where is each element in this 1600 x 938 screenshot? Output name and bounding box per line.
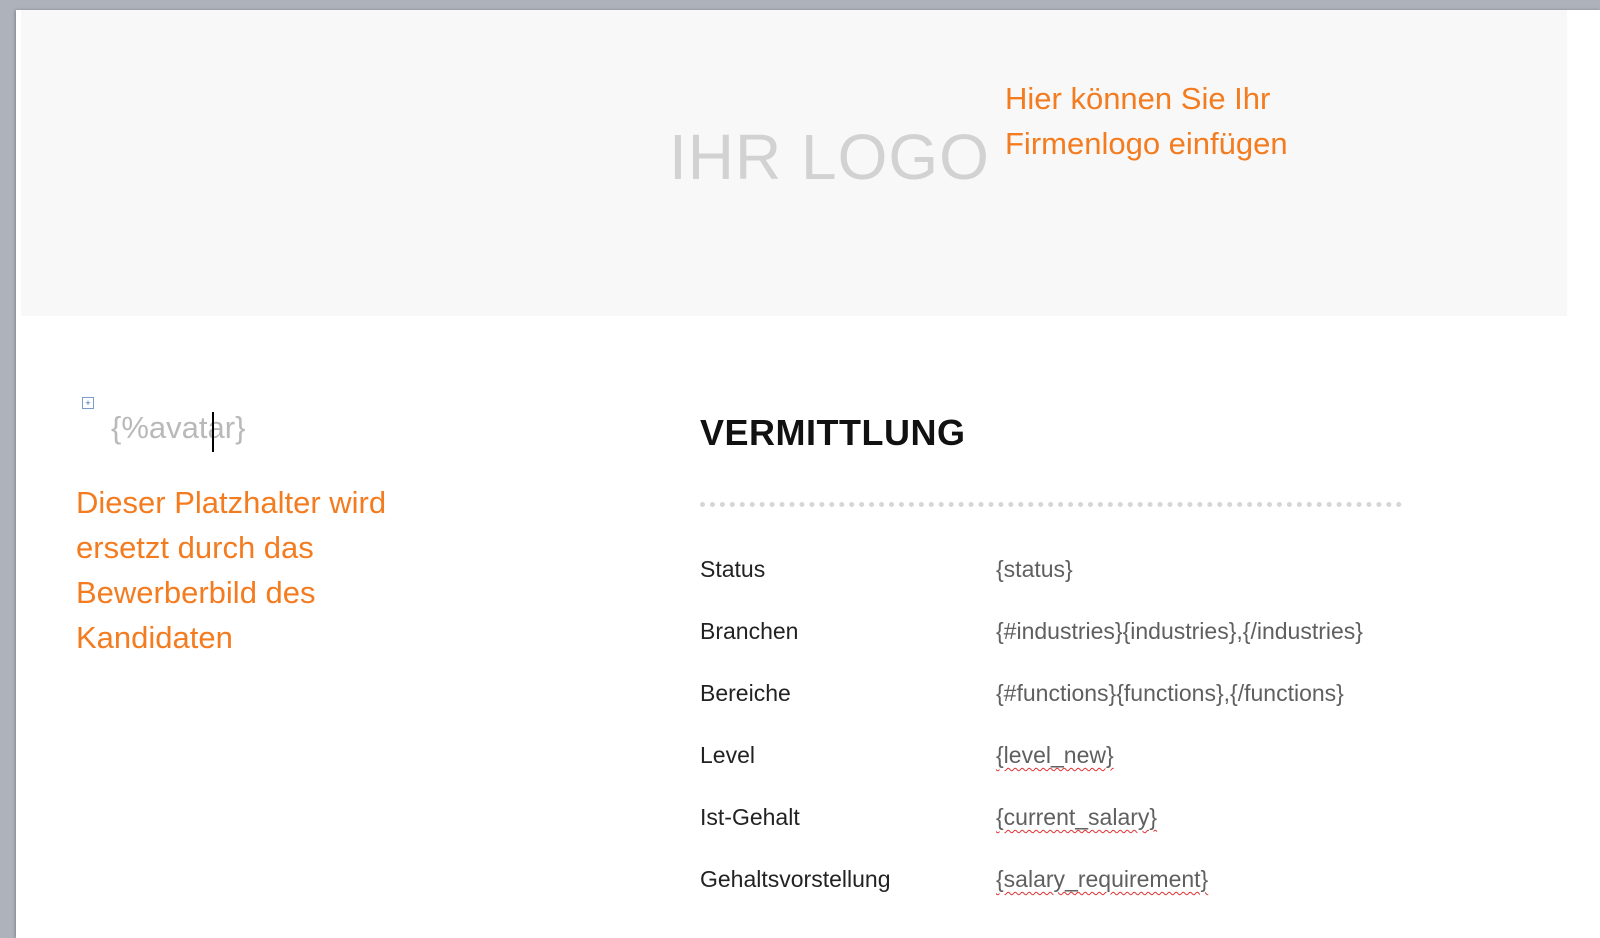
field-row-ist-gehalt: Ist-Gehalt {current_salary} xyxy=(700,804,1560,866)
avatar-instruction-note: Dieser Platzhalter wird ersetzt durch da… xyxy=(76,480,386,660)
header-logo-area[interactable]: IHR LOGO Hier können Sie Ihr Firmenlogo … xyxy=(21,10,1567,316)
field-label: Status xyxy=(700,556,766,582)
dotted-divider xyxy=(700,502,1402,507)
field-list: Status {status} Branchen {#industries}{i… xyxy=(700,556,1560,928)
section-title: VERMITTLUNG xyxy=(700,412,966,453)
avatar-note-line: Bewerberbild des xyxy=(76,575,316,610)
text-cursor xyxy=(212,412,214,452)
table-move-handle-icon[interactable]: + xyxy=(82,397,94,409)
logo-note-line: Hier können Sie Ihr xyxy=(1005,81,1271,116)
logo-note-line: Firmenlogo einfügen xyxy=(1005,126,1288,161)
field-value[interactable]: {level_new} xyxy=(996,742,1114,769)
field-label: Gehaltsvorstellung xyxy=(700,866,891,892)
field-label: Bereiche xyxy=(700,680,791,706)
logo-instruction-note: Hier können Sie Ihr Firmenlogo einfügen xyxy=(1005,76,1288,166)
avatar-placeholder[interactable]: {%avatar} xyxy=(111,410,245,446)
field-label: Ist-Gehalt xyxy=(700,804,800,830)
field-value[interactable]: {salary_requirement} xyxy=(996,866,1208,893)
field-value[interactable]: {#functions}{functions},{/functions} xyxy=(996,680,1344,707)
logo-placeholder: IHR LOGO xyxy=(669,121,990,193)
field-row-status: Status {status} xyxy=(700,556,1560,618)
avatar-note-line: Dieser Platzhalter wird xyxy=(76,485,387,520)
avatar-placeholder-text: {%avat xyxy=(111,410,208,445)
field-row-branchen: Branchen {#industries}{industries},{/ind… xyxy=(700,618,1560,680)
field-value[interactable]: {status} xyxy=(996,556,1073,583)
avatar-note-line: Kandidaten xyxy=(76,620,233,655)
field-row-gehaltsvorstellung: Gehaltsvorstellung {salary_requirement} xyxy=(700,866,1560,928)
avatar-note-line: ersetzt durch das xyxy=(76,530,314,565)
field-label: Level xyxy=(700,742,755,768)
field-value[interactable]: {#industries}{industries},{/industries} xyxy=(996,618,1363,645)
field-label: Branchen xyxy=(700,618,799,644)
field-value[interactable]: {current_salary} xyxy=(996,804,1157,831)
field-row-level: Level {level_new} xyxy=(700,742,1560,804)
document-page: IHR LOGO Hier können Sie Ihr Firmenlogo … xyxy=(16,10,1600,938)
field-row-bereiche: Bereiche {#functions}{functions},{/funct… xyxy=(700,680,1560,742)
